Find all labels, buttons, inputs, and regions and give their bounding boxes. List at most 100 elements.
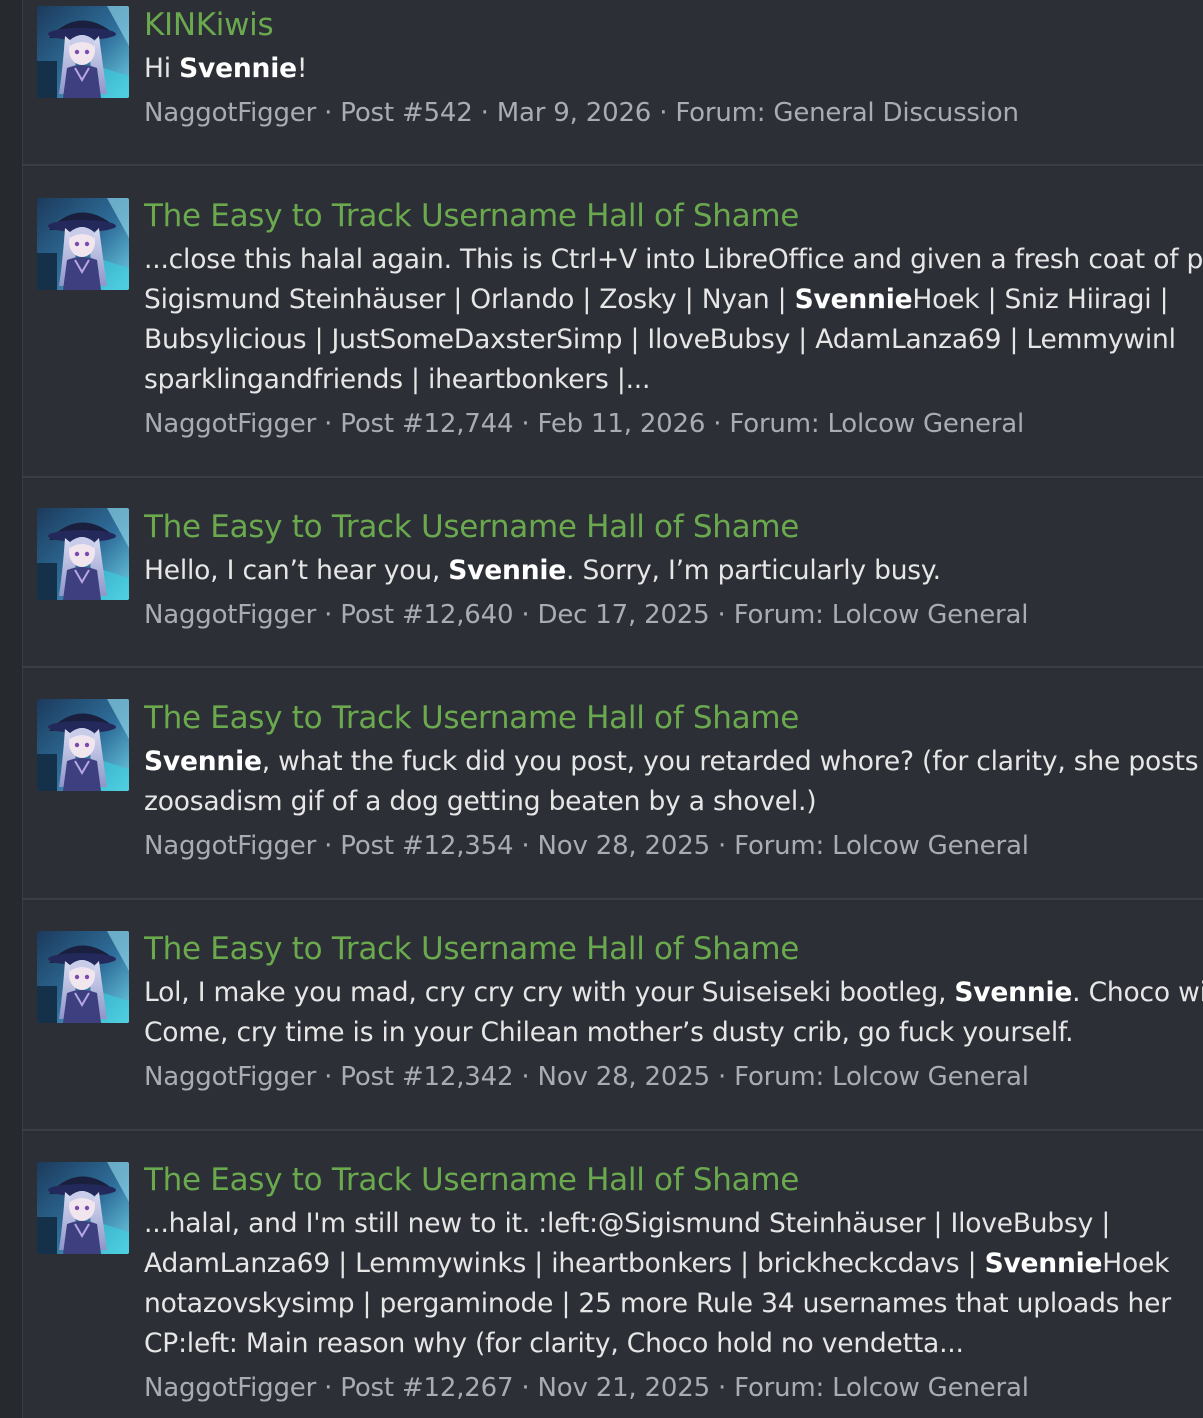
forum-link[interactable]: Forum: Lolcow General xyxy=(734,600,1029,630)
user-avatar[interactable] xyxy=(37,508,129,600)
result-snippet-line: ...halal, and I'm still new to it. :left… xyxy=(144,1204,1203,1244)
result-snippet-line: sparklingandfriends | iheartbonkers |... xyxy=(144,360,1203,400)
result-snippet-line: Come, cry time is in your Chilean mother… xyxy=(144,1013,1203,1053)
post-number-link[interactable]: Post #12,744 xyxy=(340,409,513,439)
result-meta: NaggotFigger · Post #12,342 · Nov 28, 20… xyxy=(144,1053,1203,1101)
post-number-link[interactable]: Post #12,640 xyxy=(340,600,513,630)
meta-separator: · xyxy=(709,600,734,630)
meta-separator: · xyxy=(316,600,341,630)
result-snippet-line: AdamLanza69 | Lemmywinks | iheartbonkers… xyxy=(144,1244,1203,1284)
author-link[interactable]: NaggotFigger xyxy=(144,1373,316,1403)
result-title-link[interactable]: KINKiwis xyxy=(144,1,1203,49)
snippet-text: . Sorry, I’m particularly busy. xyxy=(566,555,941,586)
result-title-link[interactable]: The Easy to Track Username Hall of Shame xyxy=(144,694,1203,742)
post-date: Dec 17, 2025 xyxy=(537,600,710,630)
snippet-text: . Choco win xyxy=(1072,977,1203,1008)
result-meta: NaggotFigger · Post #12,354 · Nov 28, 20… xyxy=(144,822,1203,870)
snippet-text: notazovskysimp | pergaminode | 25 more R… xyxy=(144,1288,1171,1319)
snippet-text: sparklingandfriends | iheartbonkers |... xyxy=(144,364,651,395)
post-date: Nov 28, 2025 xyxy=(537,1062,711,1092)
snippet-text: Hello, I can’t hear you, xyxy=(144,555,449,586)
highlighted-term: Svennie xyxy=(179,53,297,84)
search-result-item: The Easy to Track Username Hall of Shame… xyxy=(23,480,1203,668)
result-title-link[interactable]: The Easy to Track Username Hall of Shame xyxy=(144,192,1203,240)
user-avatar[interactable] xyxy=(37,931,129,1023)
result-snippet-line: CP:left: Main reason why (for clarity, C… xyxy=(144,1324,1203,1364)
post-number-link[interactable]: Post #542 xyxy=(340,98,472,128)
snippet-text: ! xyxy=(296,53,308,84)
result-snippet-line: Bubsylicious | JustSomeDaxsterSimp | Ilo… xyxy=(144,320,1203,360)
highlighted-term: Svennie xyxy=(794,284,913,315)
snippet-text: AdamLanza69 | Lemmywinks | iheartbonkers… xyxy=(144,1248,985,1279)
forum-link[interactable]: Forum: Lolcow General xyxy=(734,1062,1029,1092)
author-link[interactable]: NaggotFigger xyxy=(144,600,316,630)
result-content: KINKiwis Hi Svennie! NaggotFigger · Post #… xyxy=(144,1,1203,137)
snippet-text: ...close this halal again. This is Ctrl+… xyxy=(144,244,1203,275)
meta-separator: · xyxy=(513,1062,538,1092)
post-number-link[interactable]: Post #12,342 xyxy=(340,1062,513,1092)
result-meta: NaggotFigger · Post #12,640 · Dec 17, 20… xyxy=(144,591,1203,639)
author-link[interactable]: NaggotFigger xyxy=(144,98,316,128)
snippet-text: CP:left: Main reason why (for clarity, C… xyxy=(144,1328,964,1359)
snippet-text: , what the fuck did you post, you retard… xyxy=(261,746,1203,777)
snippet-text: ...halal, and I'm still new to it. :left… xyxy=(144,1208,1111,1239)
result-title-link[interactable]: The Easy to Track Username Hall of Shame xyxy=(144,1156,1203,1204)
result-meta: NaggotFigger · Post #12,267 · Nov 21, 20… xyxy=(144,1364,1203,1412)
result-title-link[interactable]: The Easy to Track Username Hall of Shame xyxy=(144,503,1203,551)
search-results-page: KINKiwis Hi Svennie! NaggotFigger · Post #… xyxy=(0,0,1203,1418)
result-snippet-line: ...close this halal again. This is Ctrl+… xyxy=(144,240,1203,280)
meta-separator: · xyxy=(316,1373,341,1403)
meta-separator: · xyxy=(316,1062,341,1092)
result-snippet-line: Svennie, what the fuck did you post, you… xyxy=(144,742,1203,782)
post-date: Nov 28, 2025 xyxy=(537,831,711,861)
highlighted-term: Svennie xyxy=(448,555,567,586)
meta-separator: · xyxy=(709,1373,735,1403)
result-content: The Easy to Track Username Hall of Shame… xyxy=(144,925,1203,1101)
search-result-item: KINKiwis Hi Svennie! NaggotFigger · Post #… xyxy=(23,0,1203,166)
result-meta: NaggotFigger · Post #12,744 · Feb 11, 20… xyxy=(144,400,1203,448)
result-snippet-line: Lol, I make you mad, cry cry cry with yo… xyxy=(144,973,1203,1013)
post-number-link[interactable]: Post #12,267 xyxy=(340,1373,513,1403)
snippet-text: Hi xyxy=(144,53,180,84)
user-avatar[interactable] xyxy=(37,198,129,290)
post-number-link[interactable]: Post #12,354 xyxy=(340,831,513,861)
result-content: The Easy to Track Username Hall of Shame… xyxy=(144,192,1203,448)
snippet-text: Bubsylicious | JustSomeDaxsterSimp | Ilo… xyxy=(144,324,1176,355)
snippet-text: Sigismund Steinhäuser | Orlando | Zosky … xyxy=(144,284,795,315)
left-rail xyxy=(0,0,23,1418)
meta-separator: · xyxy=(709,1062,735,1092)
result-snippet-line: Hi Svennie! xyxy=(144,49,1203,89)
user-avatar[interactable] xyxy=(37,699,129,791)
search-result-item: The Easy to Track Username Hall of Shame… xyxy=(23,902,1203,1131)
meta-separator: · xyxy=(705,409,730,439)
snippet-text: Hoek xyxy=(1102,1248,1170,1279)
forum-link[interactable]: Forum: Lolcow General xyxy=(734,1373,1029,1403)
snippet-text: zoosadism gif of a dog getting beaten by… xyxy=(144,786,817,817)
user-avatar[interactable] xyxy=(37,6,129,98)
search-result-item: The Easy to Track Username Hall of Shame… xyxy=(23,670,1203,900)
meta-separator: · xyxy=(513,409,538,439)
meta-separator: · xyxy=(513,600,538,630)
meta-separator: · xyxy=(472,98,497,128)
result-content: The Easy to Track Username Hall of Shame… xyxy=(144,694,1203,870)
post-date: Mar 9, 2026 xyxy=(496,98,652,128)
result-snippet-line: notazovskysimp | pergaminode | 25 more R… xyxy=(144,1284,1203,1324)
result-content: The Easy to Track Username Hall of Shame… xyxy=(144,1156,1203,1412)
result-title-link[interactable]: The Easy to Track Username Hall of Shame xyxy=(144,925,1203,973)
result-snippet-line: Sigismund Steinhäuser | Orlando | Zosky … xyxy=(144,280,1203,320)
meta-separator: · xyxy=(651,98,676,128)
highlighted-term: Svennie xyxy=(984,1248,1103,1279)
author-link[interactable]: NaggotFigger xyxy=(144,831,316,861)
meta-separator: · xyxy=(316,98,341,128)
author-link[interactable]: NaggotFigger xyxy=(144,1062,316,1092)
forum-link[interactable]: Forum: General Discussion xyxy=(675,98,1019,128)
highlighted-term: Svennie xyxy=(954,977,1073,1008)
snippet-text: Come, cry time is in your Chilean mother… xyxy=(144,1017,1074,1048)
author-link[interactable]: NaggotFigger xyxy=(144,409,316,439)
user-avatar[interactable] xyxy=(37,1162,129,1254)
snippet-text: Lol, I make you mad, cry cry cry with yo… xyxy=(144,977,955,1008)
post-date: Nov 21, 2025 xyxy=(537,1373,711,1403)
forum-link[interactable]: Forum: Lolcow General xyxy=(729,409,1024,439)
forum-link[interactable]: Forum: Lolcow General xyxy=(734,831,1029,861)
meta-separator: · xyxy=(316,831,341,861)
